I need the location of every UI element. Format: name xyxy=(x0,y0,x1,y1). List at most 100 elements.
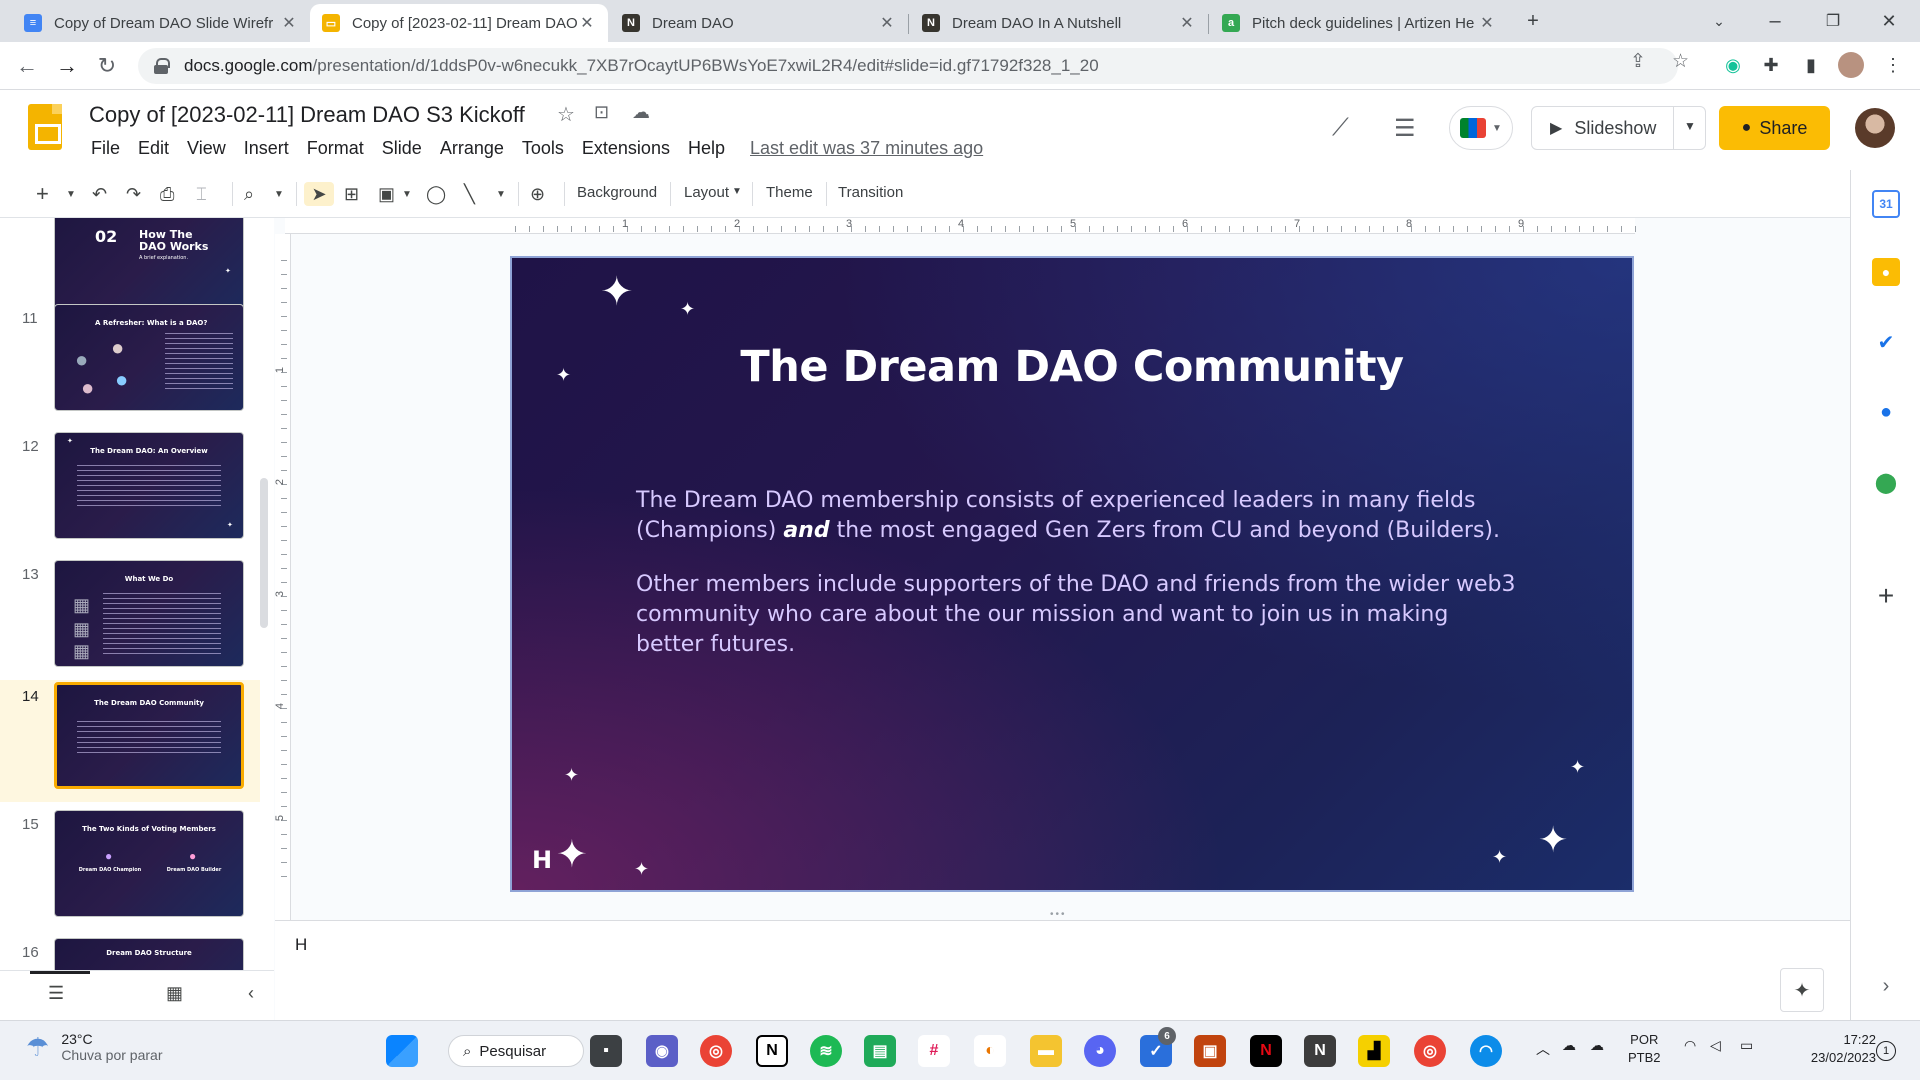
meet-button[interactable]: ▼ xyxy=(1449,106,1513,150)
grammarly-icon[interactable]: ◉ xyxy=(1720,52,1746,78)
chevron-down-icon[interactable]: ▼ xyxy=(1684,119,1696,133)
restore-icon[interactable]: ❐ xyxy=(1818,6,1848,36)
select-cursor-icon[interactable]: ➤ xyxy=(304,182,334,206)
notion-icon[interactable]: N xyxy=(756,1035,788,1067)
move-folder-icon[interactable]: ⊡ xyxy=(594,102,609,123)
new-slide-icon[interactable]: + xyxy=(36,181,49,206)
side-panel-icon[interactable]: ▮ xyxy=(1798,52,1824,78)
bookmark-star-icon[interactable]: ☆ xyxy=(1672,50,1689,73)
comments-icon[interactable]: ☰ xyxy=(1394,114,1416,143)
activity-trend-icon[interactable]: ⟋ xyxy=(1332,114,1349,142)
close-icon[interactable]: ✕ xyxy=(1178,13,1196,33)
paint-format-icon[interactable]: ⌶ xyxy=(196,182,207,206)
chevron-down-icon[interactable]: ▼ xyxy=(66,182,76,206)
explore-sparkle-icon[interactable]: ✦ xyxy=(1780,968,1824,1012)
teams-chat-icon[interactable]: ◉ xyxy=(646,1035,678,1067)
menu-format[interactable]: Format xyxy=(298,138,373,159)
sticky-notes-icon[interactable]: ▟ xyxy=(1358,1035,1390,1067)
share-button[interactable]: ● Share xyxy=(1719,106,1830,150)
share-page-icon[interactable]: ⇪ xyxy=(1630,50,1646,73)
menu-insert[interactable]: Insert xyxy=(235,138,298,159)
profile-avatar[interactable] xyxy=(1838,52,1864,78)
chevron-down-icon[interactable]: ▼ xyxy=(402,182,412,206)
reload-icon[interactable]: ↻ xyxy=(92,51,122,81)
slide-title[interactable]: The Dream DAO Community xyxy=(512,342,1632,392)
close-window-icon[interactable]: ✕ xyxy=(1874,6,1904,36)
speaker-notes[interactable]: H xyxy=(275,920,1850,1020)
zoom-icon[interactable]: ⌕ xyxy=(244,182,254,206)
theme-button[interactable]: Theme xyxy=(766,184,813,201)
filmstrip-slide-16[interactable]: 16 Dream DAO Structure xyxy=(0,936,260,970)
address-bar[interactable]: docs.google.com/presentation/d/1ddsP0v-w… xyxy=(138,48,1678,84)
slides-logo[interactable] xyxy=(28,104,62,150)
taskbar-search[interactable]: ⌕ Pesquisar xyxy=(448,1035,584,1067)
forward-icon[interactable]: → xyxy=(52,51,82,81)
add-comment-icon[interactable]: ⊕ xyxy=(530,182,545,206)
browser-tab-3[interactable]: N Dream DAO ✕ xyxy=(610,4,908,42)
background-button[interactable]: Background xyxy=(577,184,657,201)
app-orange-icon[interactable]: ▣ xyxy=(1194,1035,1226,1067)
filmstrip-slide-11[interactable]: 11 A Refresher: What is a DAO? ● ● ● ● xyxy=(0,302,260,424)
language-indicator[interactable]: POR PTB2 xyxy=(1628,1031,1661,1067)
weather-widget[interactable]: ☂ 23°C Chuva por parar xyxy=(26,1031,162,1063)
browser-tab-2[interactable]: ▭ Copy of [2023-02-11] Dream DAO ✕ xyxy=(310,4,608,42)
browser-tab-5[interactable]: a Pitch deck guidelines | Artizen He ✕ xyxy=(1210,4,1508,42)
tray-overflow-icon[interactable]: ︿ xyxy=(1536,1039,1550,1059)
chrome-menu-icon[interactable]: ⋮ xyxy=(1880,52,1906,78)
cloud-sync-icon[interactable]: ☁ xyxy=(1590,1037,1604,1054)
slide-thumbnail[interactable]: Dream DAO Structure xyxy=(54,938,244,970)
line-icon[interactable]: ╲ xyxy=(464,182,475,206)
slide-thumbnail[interactable]: The Dream DAO Community xyxy=(54,682,244,789)
filmstrip-slide-15[interactable]: 15 The Two Kinds of Voting Members ● ● D… xyxy=(0,808,260,930)
discord-icon[interactable]: ◕ xyxy=(1084,1035,1116,1067)
tasks-icon[interactable]: ✔ xyxy=(1872,328,1900,356)
text-box-icon[interactable]: ⊞ xyxy=(344,182,359,206)
slideshow-button[interactable]: ▶ Slideshow ▼ xyxy=(1531,106,1706,150)
close-icon[interactable]: ✕ xyxy=(280,13,298,33)
cloud-saved-icon[interactable]: ☁ xyxy=(632,102,650,123)
slack-icon[interactable]: # xyxy=(918,1035,950,1067)
account-avatar[interactable] xyxy=(1855,108,1895,148)
blender-icon[interactable]: ◐ xyxy=(974,1035,1006,1067)
contacts-icon[interactable]: ● xyxy=(1872,398,1900,426)
notion-alt-icon[interactable]: N xyxy=(1304,1035,1336,1067)
file-explorer-icon[interactable]: ▬ xyxy=(1030,1035,1062,1067)
chrome-profile-icon[interactable]: ◎ xyxy=(1414,1035,1446,1067)
document-title[interactable]: Copy of [2023-02-11] Dream DAO S3 Kickof… xyxy=(89,102,525,128)
keep-icon[interactable]: ● xyxy=(1872,258,1900,286)
slide-thumbnail[interactable]: What We Do ▦ ▦ ▦ xyxy=(54,560,244,667)
app-green-icon[interactable]: ▤ xyxy=(864,1035,896,1067)
windows-start-icon[interactable] xyxy=(386,1035,418,1067)
new-tab-icon[interactable]: + xyxy=(1518,6,1548,36)
print-icon[interactable]: ⎙ xyxy=(160,182,174,206)
menu-help[interactable]: Help xyxy=(679,138,734,159)
image-icon[interactable]: ▣ xyxy=(378,182,395,206)
expand-panel-icon[interactable]: › xyxy=(1872,972,1900,1000)
close-icon[interactable]: ✕ xyxy=(878,13,896,33)
browser-tab-4[interactable]: N Dream DAO In A Nutshell ✕ xyxy=(910,4,1208,42)
notification-badge[interactable]: 1 xyxy=(1876,1041,1896,1061)
filmstrip-slide-14[interactable]: 14 The Dream DAO Community xyxy=(0,680,260,802)
transition-button[interactable]: Transition xyxy=(838,184,903,201)
grid-view-icon[interactable]: ▦ xyxy=(166,983,183,1004)
tab-search-icon[interactable]: ⌄ xyxy=(1704,6,1734,36)
shape-icon[interactable]: ◯ xyxy=(426,182,446,206)
filmstrip-view-icon[interactable]: ☰ xyxy=(48,983,64,1004)
extensions-icon[interactable]: ✚ xyxy=(1758,52,1784,78)
menu-file[interactable]: File xyxy=(82,138,129,159)
close-icon[interactable]: ✕ xyxy=(578,13,596,33)
back-icon[interactable]: ← xyxy=(12,51,42,81)
wifi-icon[interactable]: ◠ xyxy=(1684,1037,1696,1054)
menu-edit[interactable]: Edit xyxy=(129,138,178,159)
menu-slide[interactable]: Slide xyxy=(373,138,431,159)
onedrive-icon[interactable]: ☁ xyxy=(1562,1037,1576,1054)
slide-thumbnail[interactable]: The Two Kinds of Voting Members ● ● Drea… xyxy=(54,810,244,917)
edge-icon[interactable]: ◠ xyxy=(1470,1035,1502,1067)
chevron-down-icon[interactable]: ▼ xyxy=(496,182,506,206)
spotify-icon[interactable]: ≋ xyxy=(810,1035,842,1067)
add-addon-icon[interactable]: + xyxy=(1872,580,1900,611)
last-edit-link[interactable]: Last edit was 37 minutes ago xyxy=(750,138,983,159)
browser-tab-1[interactable]: ≡ Copy of Dream DAO Slide Wirefr ✕ xyxy=(12,4,310,42)
slide-thumbnail[interactable]: 02 How The DAO Works A brief explanation… xyxy=(54,218,244,313)
filmstrip-scrollbar[interactable] xyxy=(260,478,268,628)
